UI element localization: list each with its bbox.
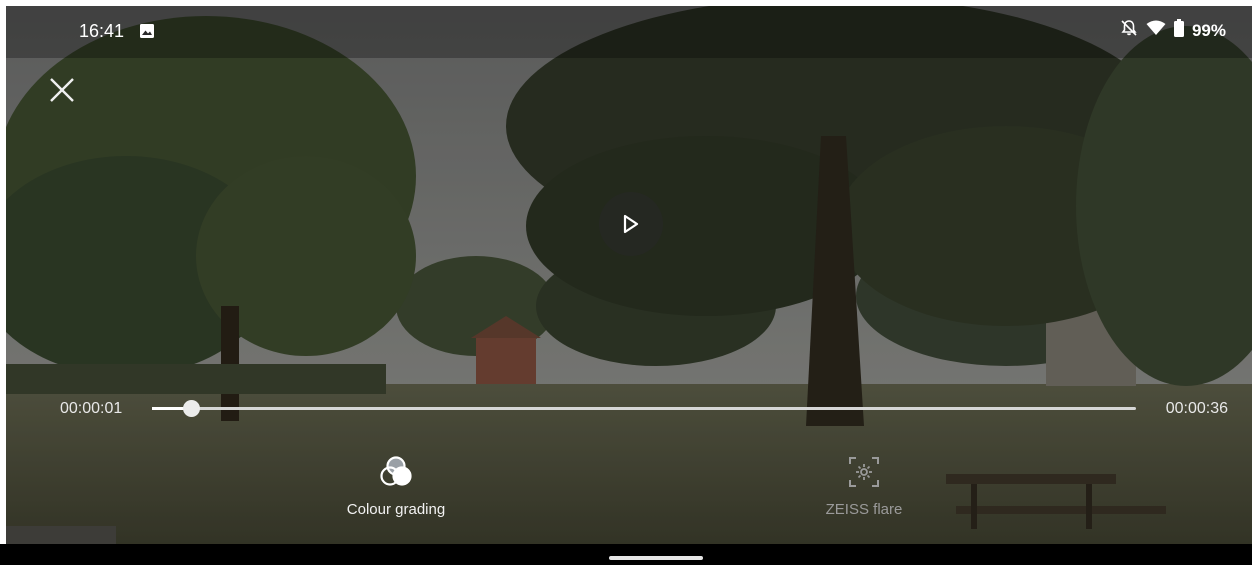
play-icon[interactable] bbox=[621, 213, 641, 235]
image-icon bbox=[139, 23, 155, 44]
video-dim-overlay bbox=[6, 6, 1252, 544]
colour-grading-button[interactable]: Colour grading bbox=[336, 454, 456, 518]
home-gesture-handle[interactable] bbox=[609, 556, 703, 560]
total-time: 00:00:36 bbox=[1165, 400, 1228, 417]
status-time: 16:41 bbox=[79, 21, 125, 41]
video-editor-screen: 16:41 99% 00:00:01 00:00:36 Colour gradi… bbox=[6, 6, 1252, 544]
battery-icon bbox=[1173, 19, 1184, 42]
close-icon[interactable] bbox=[46, 74, 78, 106]
status-icons: 99% bbox=[1120, 19, 1226, 42]
colour-grading-icon[interactable] bbox=[378, 454, 414, 490]
zeiss-flare-icon[interactable] bbox=[846, 454, 882, 490]
bell-off-icon bbox=[1120, 19, 1138, 42]
seek-bar[interactable] bbox=[152, 400, 1136, 417]
close-button[interactable] bbox=[46, 74, 78, 106]
wifi-icon bbox=[1146, 20, 1166, 41]
zeiss-flare-label: ZEISS flare bbox=[825, 501, 903, 518]
play-button[interactable] bbox=[599, 192, 663, 256]
device-frame: 16:41 99% 00:00:01 00:00:36 Colour gradi… bbox=[0, 0, 1252, 565]
current-time: 00:00:01 bbox=[60, 400, 123, 417]
battery-percent: 99% bbox=[1191, 20, 1226, 40]
colour-grading-label: Colour grading bbox=[346, 501, 446, 518]
zeiss-flare-button[interactable]: ZEISS flare bbox=[806, 454, 922, 518]
status-bar: 16:41 99% bbox=[6, 6, 1252, 58]
navigation-bar bbox=[0, 544, 1252, 565]
